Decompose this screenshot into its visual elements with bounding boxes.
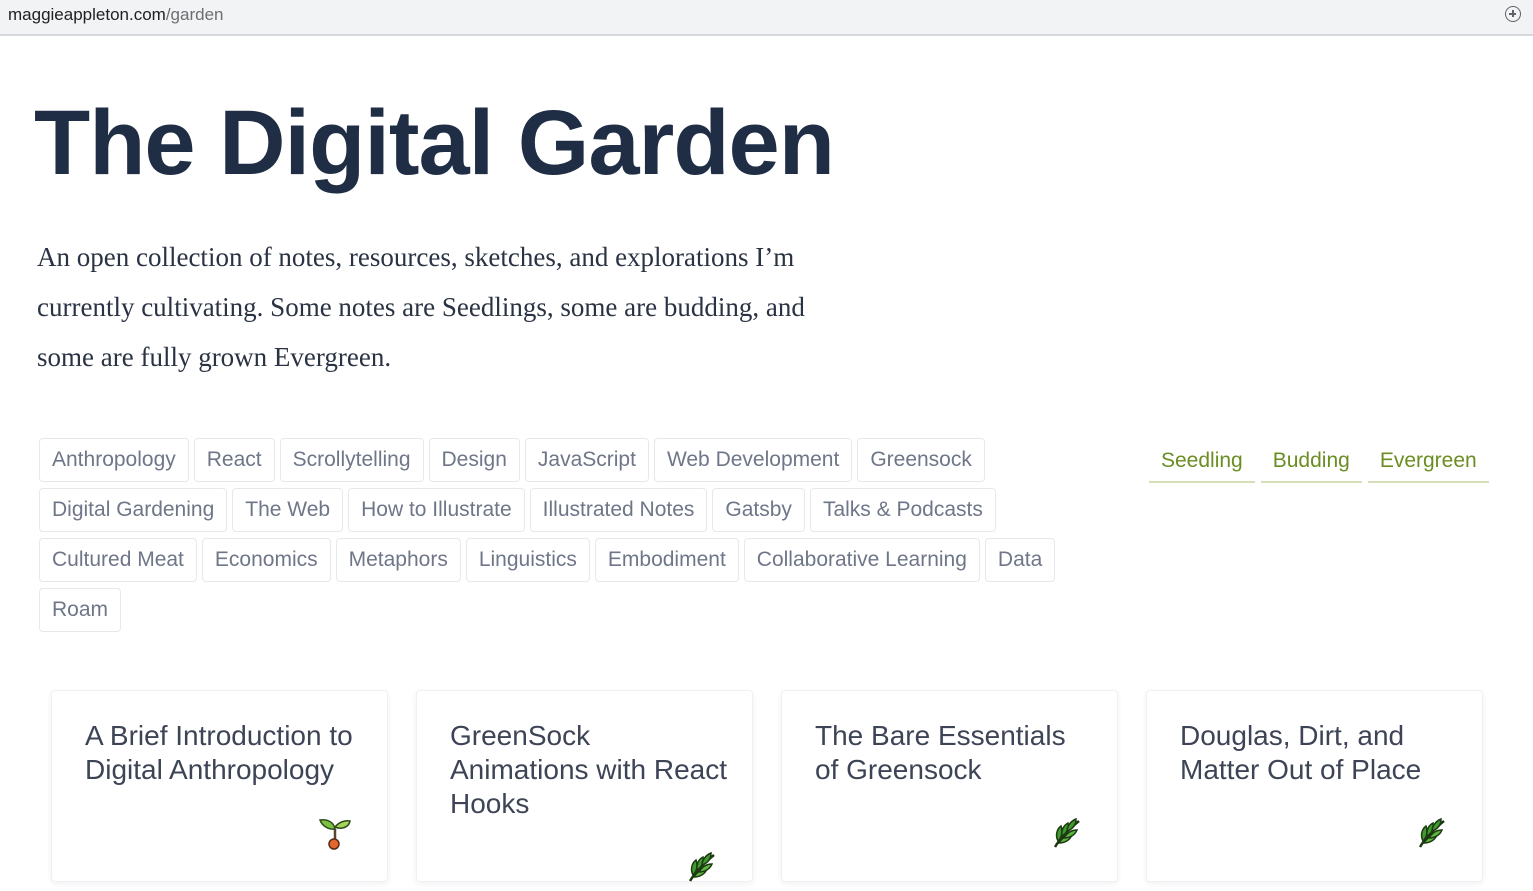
tag-row: Cultured Meat Economics Metaphors Lingui…	[39, 538, 1069, 588]
card-title: GreenSock Animations with React Hooks	[450, 720, 728, 819]
tag-cultured-meat[interactable]: Cultured Meat	[39, 538, 197, 582]
intro-line: some are fully grown Evergreen.	[37, 342, 392, 372]
tag-linguistics[interactable]: Linguistics	[465, 538, 590, 582]
tag-data[interactable]: Data	[984, 538, 1056, 582]
tag-illustrated-notes[interactable]: Illustrated Notes	[529, 488, 708, 532]
tag-greensock[interactable]: Greensock	[857, 438, 985, 482]
note-card[interactable]: The Bare Essentials of Greensock	[781, 690, 1118, 882]
tag-web-development[interactable]: Web Development	[653, 438, 853, 482]
card-title: A Brief Introduction to Digital Anthropo…	[85, 720, 353, 785]
tag-row: Anthropology React Scrollytelling Design…	[39, 438, 1069, 488]
tag-the-web[interactable]: The Web	[232, 488, 344, 532]
page-title: The Digital Garden	[34, 92, 835, 194]
tag-javascript[interactable]: JavaScript	[524, 438, 649, 482]
intro-line: currently cultivating. Some notes are Se…	[37, 292, 805, 322]
page-intro: An open collection of notes, resources, …	[37, 232, 867, 382]
note-card[interactable]: Douglas, Dirt, and Matter Out of Place	[1146, 690, 1483, 882]
seedling-icon	[319, 819, 351, 850]
stage-seedling[interactable]: Seedling	[1149, 440, 1255, 483]
address-bar[interactable]: maggieappleton.com/garden	[0, 0, 1533, 36]
stage-budding[interactable]: Budding	[1260, 440, 1362, 483]
card-title: Douglas, Dirt, and Matter Out of Place	[1180, 720, 1422, 785]
tag-roam[interactable]: Roam	[39, 588, 122, 632]
tag-embodiment[interactable]: Embodiment	[594, 538, 739, 582]
tag-row: Roam	[39, 588, 1069, 638]
stage-evergreen[interactable]: Evergreen	[1367, 440, 1489, 483]
tag-economics[interactable]: Economics	[201, 538, 331, 582]
url-path: /garden	[165, 5, 224, 24]
evergreen-leaf-icon	[1418, 817, 1445, 848]
tag-how-to-illustrate[interactable]: How to Illustrate	[348, 488, 525, 532]
growth-stage-filter: Seedling Budding Evergreen	[1149, 440, 1495, 483]
tag-digital-gardening[interactable]: Digital Gardening	[39, 488, 228, 532]
topic-tag-list: Anthropology React Scrollytelling Design…	[39, 438, 1069, 638]
tag-row: Digital Gardening The Web How to Illustr…	[39, 488, 1069, 538]
intro-line: An open collection of notes, resources, …	[37, 242, 795, 272]
card-title: The Bare Essentials of Greensock	[815, 720, 1066, 785]
tag-talks-podcasts[interactable]: Talks & Podcasts	[809, 488, 996, 532]
add-icon[interactable]	[1505, 6, 1521, 22]
url-text[interactable]: maggieappleton.com/garden	[8, 5, 224, 25]
evergreen-leaf-icon	[1053, 817, 1080, 848]
tag-design[interactable]: Design	[428, 438, 520, 482]
tag-metaphors[interactable]: Metaphors	[335, 538, 461, 582]
tag-gatsby[interactable]: Gatsby	[712, 488, 805, 532]
tag-anthropology[interactable]: Anthropology	[39, 438, 189, 482]
note-card[interactable]: A Brief Introduction to Digital Anthropo…	[51, 690, 388, 882]
note-card[interactable]: GreenSock Animations with React Hooks	[416, 690, 753, 882]
tag-scrollytelling[interactable]: Scrollytelling	[279, 438, 424, 482]
tag-collaborative-learning[interactable]: Collaborative Learning	[743, 538, 980, 582]
evergreen-leaf-icon	[688, 851, 715, 882]
tag-react[interactable]: React	[193, 438, 275, 482]
url-domain: maggieappleton.com	[8, 5, 166, 24]
